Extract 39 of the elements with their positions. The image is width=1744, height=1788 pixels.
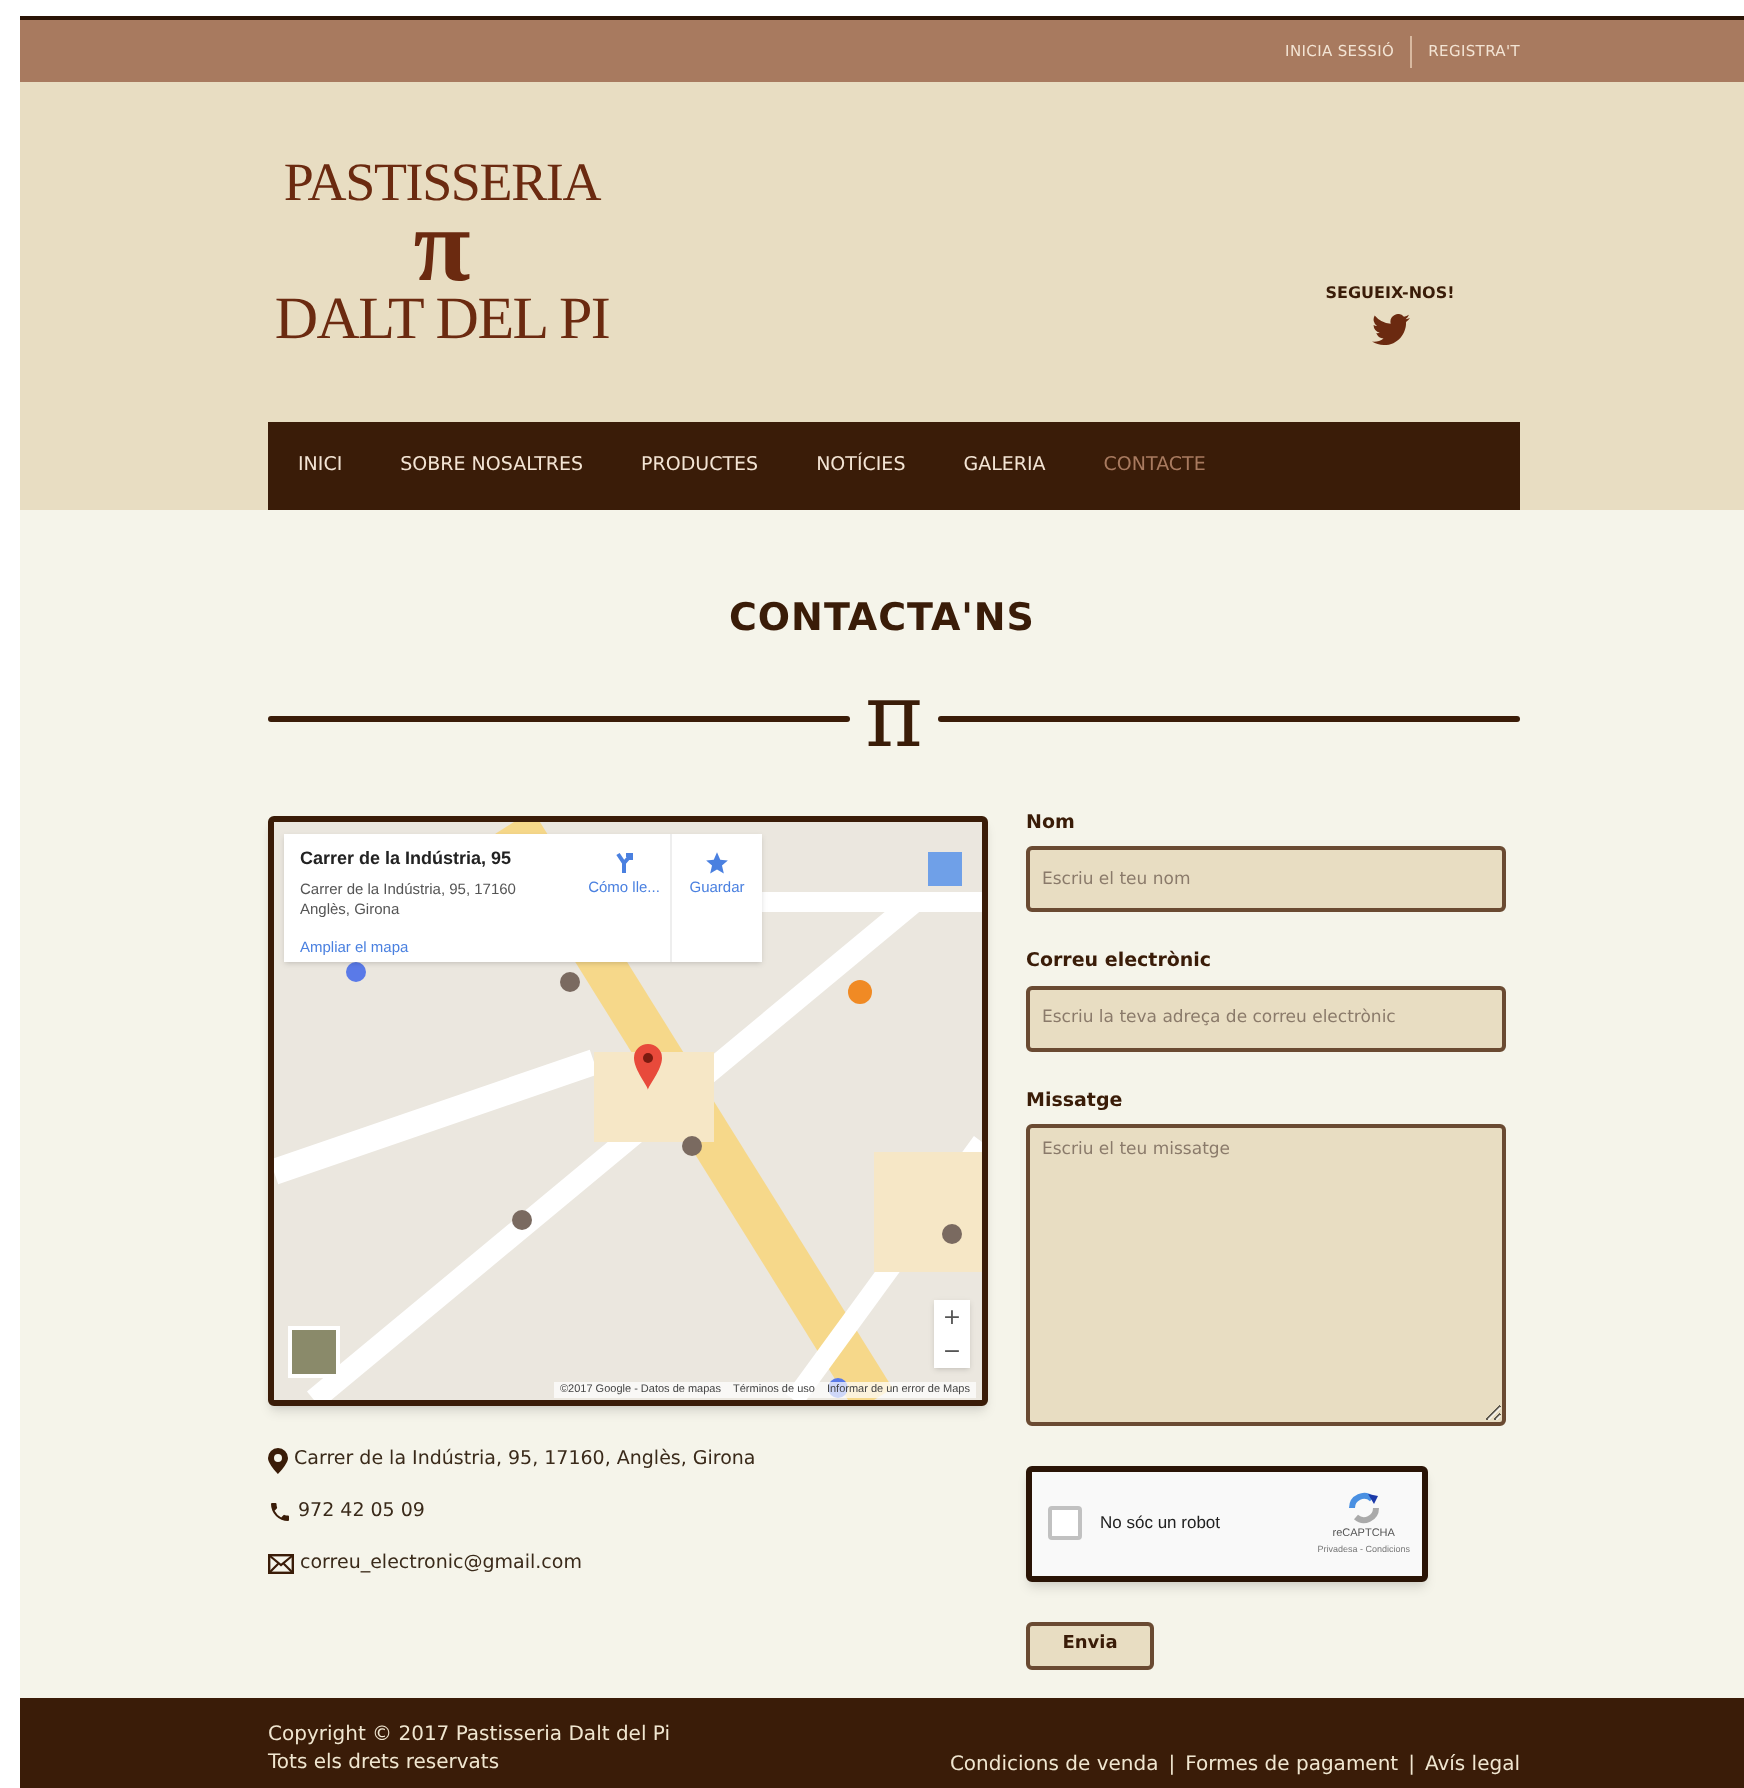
nav-link[interactable]: NOTÍCIES: [796, 451, 926, 481]
pin-icon: [268, 1447, 288, 1473]
message-field[interactable]: Escriu el teu missatge: [1026, 1123, 1506, 1426]
bird-icon[interactable]: [1371, 314, 1409, 346]
nav-link[interactable]: CONTACTE: [1083, 451, 1226, 481]
field-label: Nom: [1026, 810, 1077, 838]
nav-link[interactable]: PRODUCTES: [621, 451, 779, 481]
footer-link[interactable]: Avís legal: [1424, 1750, 1520, 1780]
place-title: Carrer de la Indústria, 95: [300, 846, 514, 872]
field-label: Missatge: [1026, 1087, 1125, 1115]
envelope-icon: [268, 1554, 294, 1574]
phone-icon: [268, 1500, 292, 1524]
zoom-out-button[interactable]: −: [934, 1334, 970, 1368]
nav-link[interactable]: INICI: [278, 451, 363, 481]
fork-arrow-icon: [612, 850, 636, 876]
captcha-label: No sóc un robot: [1100, 1510, 1223, 1537]
captcha-checkbox[interactable]: [1048, 1506, 1082, 1541]
text-field[interactable]: Escriu el teu nom: [1026, 846, 1506, 913]
rights-text: Tots els drets reservats: [268, 1750, 502, 1778]
field-label: Correu electrònic: [1026, 948, 1214, 977]
page-heading: CONTACTA'NS: [727, 594, 1037, 644]
contact-phone: 972 42 05 09: [298, 1497, 425, 1526]
pi-symbol: π: [865, 682, 923, 754]
link-separator: |: [1408, 1752, 1415, 1780]
footer-link[interactable]: Condicions de venda: [949, 1750, 1159, 1780]
zoom-in-button[interactable]: +: [934, 1300, 970, 1334]
copyright-text: Copyright © 2017 Pastisseria Dalt del Pi: [268, 1722, 670, 1750]
bakery-logo[interactable]: PASTISSERIA π DALT DEL PI: [272, 154, 612, 354]
link-separator: |: [1168, 1752, 1176, 1780]
contact-address: Carrer de la Indústria, 95, 17160, Anglès, Girona: [294, 1445, 756, 1474]
text-field[interactable]: Escriu la teva adreça de correu electrònic: [1026, 985, 1506, 1051]
submit-button[interactable]: Envia: [1026, 1621, 1154, 1670]
recycle-arrows-icon: [1343, 1490, 1384, 1527]
follow-label: SEGUEIX-NOS!: [1325, 282, 1455, 306]
nav-link[interactable]: GALERIA: [943, 451, 1066, 481]
nav-link[interactable]: SOBRE NOSALTRES: [380, 451, 604, 481]
footer-link[interactable]: Formes de pagament: [1185, 1750, 1399, 1780]
star-icon: [704, 850, 730, 876]
contact-email: correu_electronic@gmail.com: [300, 1549, 582, 1578]
